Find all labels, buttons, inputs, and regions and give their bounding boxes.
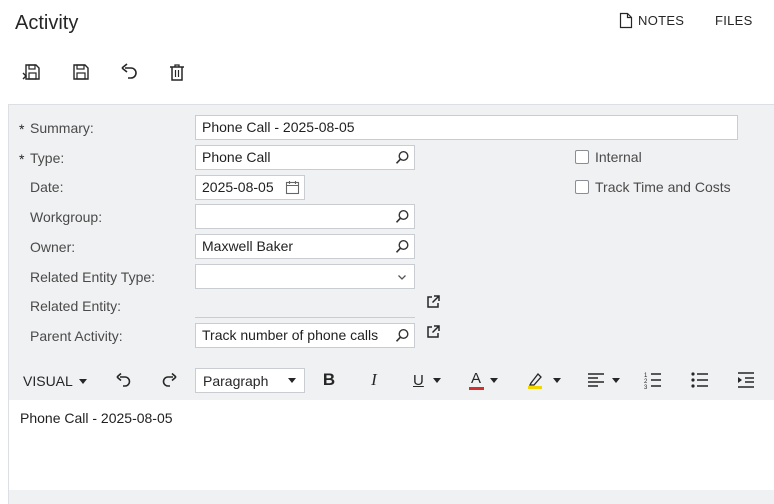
paragraph-format-select[interactable]: Paragraph <box>195 368 305 393</box>
search-icon[interactable] <box>390 146 414 169</box>
document-icon <box>619 12 633 28</box>
trash-icon <box>170 64 184 81</box>
track-time-label: Track Time and Costs <box>595 179 731 195</box>
related-entity-type-select[interactable] <box>195 264 415 289</box>
external-link-icon <box>427 295 440 308</box>
svg-text:3: 3 <box>644 385 648 389</box>
font-color-bar <box>469 387 484 390</box>
date-label: Date: <box>30 179 64 195</box>
editor-undo-button[interactable] <box>113 368 135 392</box>
caret-down-icon <box>490 377 499 383</box>
delete-button[interactable] <box>164 59 190 85</box>
parent-activity-field[interactable]: Track number of phone calls <box>195 323 415 348</box>
date-field[interactable]: 2025-08-05 <box>195 175 305 200</box>
workgroup-label: Workgroup: <box>30 209 103 225</box>
font-color-icon: A <box>469 370 484 390</box>
bullet-list-button[interactable] <box>691 368 709 392</box>
caret-down-icon <box>612 377 620 383</box>
files-label: FILES <box>715 12 753 28</box>
track-time-checkbox[interactable]: Track Time and Costs <box>575 177 731 197</box>
required-marker: * <box>19 121 25 137</box>
external-link-icon <box>427 325 440 338</box>
search-icon[interactable] <box>390 205 414 228</box>
editor-content[interactable]: Phone Call - 2025-08-05 <box>20 410 173 426</box>
visual-mode-label: VISUAL <box>23 373 73 389</box>
underline-label: U <box>413 371 424 389</box>
redo-icon <box>162 372 177 387</box>
caret-down-icon <box>553 377 561 383</box>
italic-button[interactable]: I <box>366 368 382 392</box>
calendar-icon[interactable] <box>280 176 304 199</box>
caret-down-icon <box>288 378 296 383</box>
internal-checkbox[interactable]: Internal <box>575 147 642 167</box>
bullet-list-icon <box>691 372 708 388</box>
save-button[interactable] <box>68 59 94 85</box>
notes-link[interactable]: NOTES <box>619 10 684 30</box>
parent-activity-label: Parent Activity: <box>30 328 123 344</box>
caret-down-icon <box>78 378 87 384</box>
open-parent-activity-button[interactable] <box>424 323 442 341</box>
owner-value: Maxwell Baker <box>202 238 294 254</box>
search-icon[interactable] <box>390 235 414 258</box>
parent-activity-value: Track number of phone calls <box>202 327 379 343</box>
underline-button[interactable]: U <box>413 368 441 392</box>
save-close-icon <box>22 64 40 80</box>
required-marker: * <box>19 151 25 167</box>
font-color-label: A <box>471 370 482 387</box>
highlighter-icon <box>528 373 542 389</box>
save-icon <box>73 64 89 80</box>
internal-label: Internal <box>595 149 642 165</box>
highlight-button[interactable] <box>527 368 561 392</box>
related-entity-label: Related Entity: <box>30 298 122 314</box>
related-entity-type-label: Related Entity Type: <box>30 269 156 285</box>
chevron-down-icon[interactable] <box>390 265 414 288</box>
editor-redo-button[interactable] <box>158 368 180 392</box>
undo-icon <box>121 63 137 79</box>
font-color-button[interactable]: A <box>469 368 499 392</box>
summary-field[interactable]: Phone Call - 2025-08-05 <box>195 115 738 140</box>
type-value: Phone Call <box>202 149 271 165</box>
checkbox-box[interactable] <box>575 180 589 194</box>
summary-label: Summary: <box>30 120 94 136</box>
bold-button[interactable]: B <box>320 368 338 392</box>
numbered-list-button[interactable]: 1 2 3 <box>644 368 662 392</box>
owner-label: Owner: <box>30 239 76 255</box>
notes-label: NOTES <box>638 12 685 28</box>
indent-button[interactable] <box>737 368 755 392</box>
undo-button[interactable] <box>116 59 142 85</box>
align-button[interactable] <box>587 368 620 392</box>
owner-field[interactable]: Maxwell Baker <box>195 234 415 259</box>
checkbox-box[interactable] <box>575 150 589 164</box>
undo-icon <box>116 372 131 387</box>
numbered-list-icon: 1 2 3 <box>644 373 661 389</box>
caret-down-icon <box>432 377 441 383</box>
open-related-entity-button[interactable] <box>424 293 442 311</box>
files-link[interactable]: FILES <box>715 10 753 30</box>
date-value: 2025-08-05 <box>202 179 274 195</box>
type-field[interactable]: Phone Call <box>195 145 415 170</box>
indent-icon <box>738 372 754 388</box>
workgroup-field[interactable] <box>195 204 415 229</box>
search-icon[interactable] <box>390 324 414 347</box>
page-title: Activity <box>15 12 79 34</box>
paragraph-format-value: Paragraph <box>203 372 269 389</box>
related-entity-underline <box>195 317 415 318</box>
save-close-button[interactable] <box>19 59 45 85</box>
type-label: Type: <box>30 150 65 166</box>
visual-mode-dropdown[interactable]: VISUAL <box>23 369 87 393</box>
align-left-icon <box>588 373 604 387</box>
